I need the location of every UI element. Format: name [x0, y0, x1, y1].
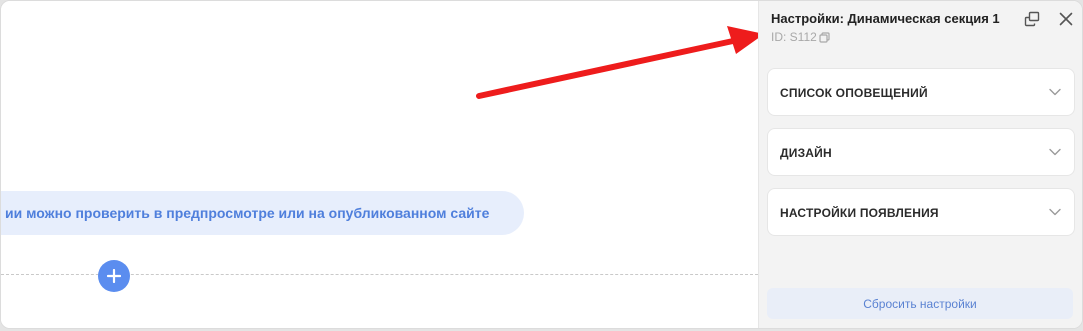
page-canvas: ии можно проверить в предпросмотре или н… — [1, 1, 764, 328]
add-section-button[interactable] — [98, 260, 130, 292]
section-label: СПИСОК ОПОВЕЩЕНИЙ — [780, 86, 928, 100]
close-panel-button[interactable] — [1057, 10, 1075, 28]
section-design[interactable]: ДИЗАЙН — [767, 128, 1075, 176]
chevron-down-icon — [1049, 148, 1061, 156]
info-banner: ии можно проверить в предпросмотре или н… — [1, 191, 524, 235]
copy-icon[interactable] — [819, 31, 830, 43]
plus-icon — [107, 269, 121, 283]
info-banner-text: ии можно проверить в предпросмотре или н… — [5, 205, 490, 221]
reset-settings-button[interactable]: Сбросить настройки — [767, 288, 1073, 319]
panel-title: Настройки: Динамическая секция 1 — [771, 11, 1000, 26]
section-notification-list[interactable]: СПИСОК ОПОВЕЩЕНИЙ — [767, 68, 1075, 116]
chevron-down-icon — [1049, 208, 1061, 216]
settings-panel: Настройки: Динамическая секция 1 ID: S11… — [758, 1, 1082, 328]
panel-id: ID: S112 — [771, 30, 830, 44]
section-label: НАСТРОЙКИ ПОЯВЛЕНИЯ — [780, 206, 939, 220]
detach-window-icon — [1024, 11, 1040, 27]
section-id-label: ID: S112 — [771, 30, 817, 44]
editor-window: ии можно проверить в предпросмотре или н… — [0, 0, 1083, 329]
detach-panel-button[interactable] — [1023, 10, 1041, 28]
annotation-arrow — [476, 26, 764, 99]
close-icon — [1059, 12, 1073, 26]
section-label: ДИЗАЙН — [780, 146, 832, 160]
section-appearance-settings[interactable]: НАСТРОЙКИ ПОЯВЛЕНИЯ — [767, 188, 1075, 236]
chevron-down-icon — [1049, 88, 1061, 96]
